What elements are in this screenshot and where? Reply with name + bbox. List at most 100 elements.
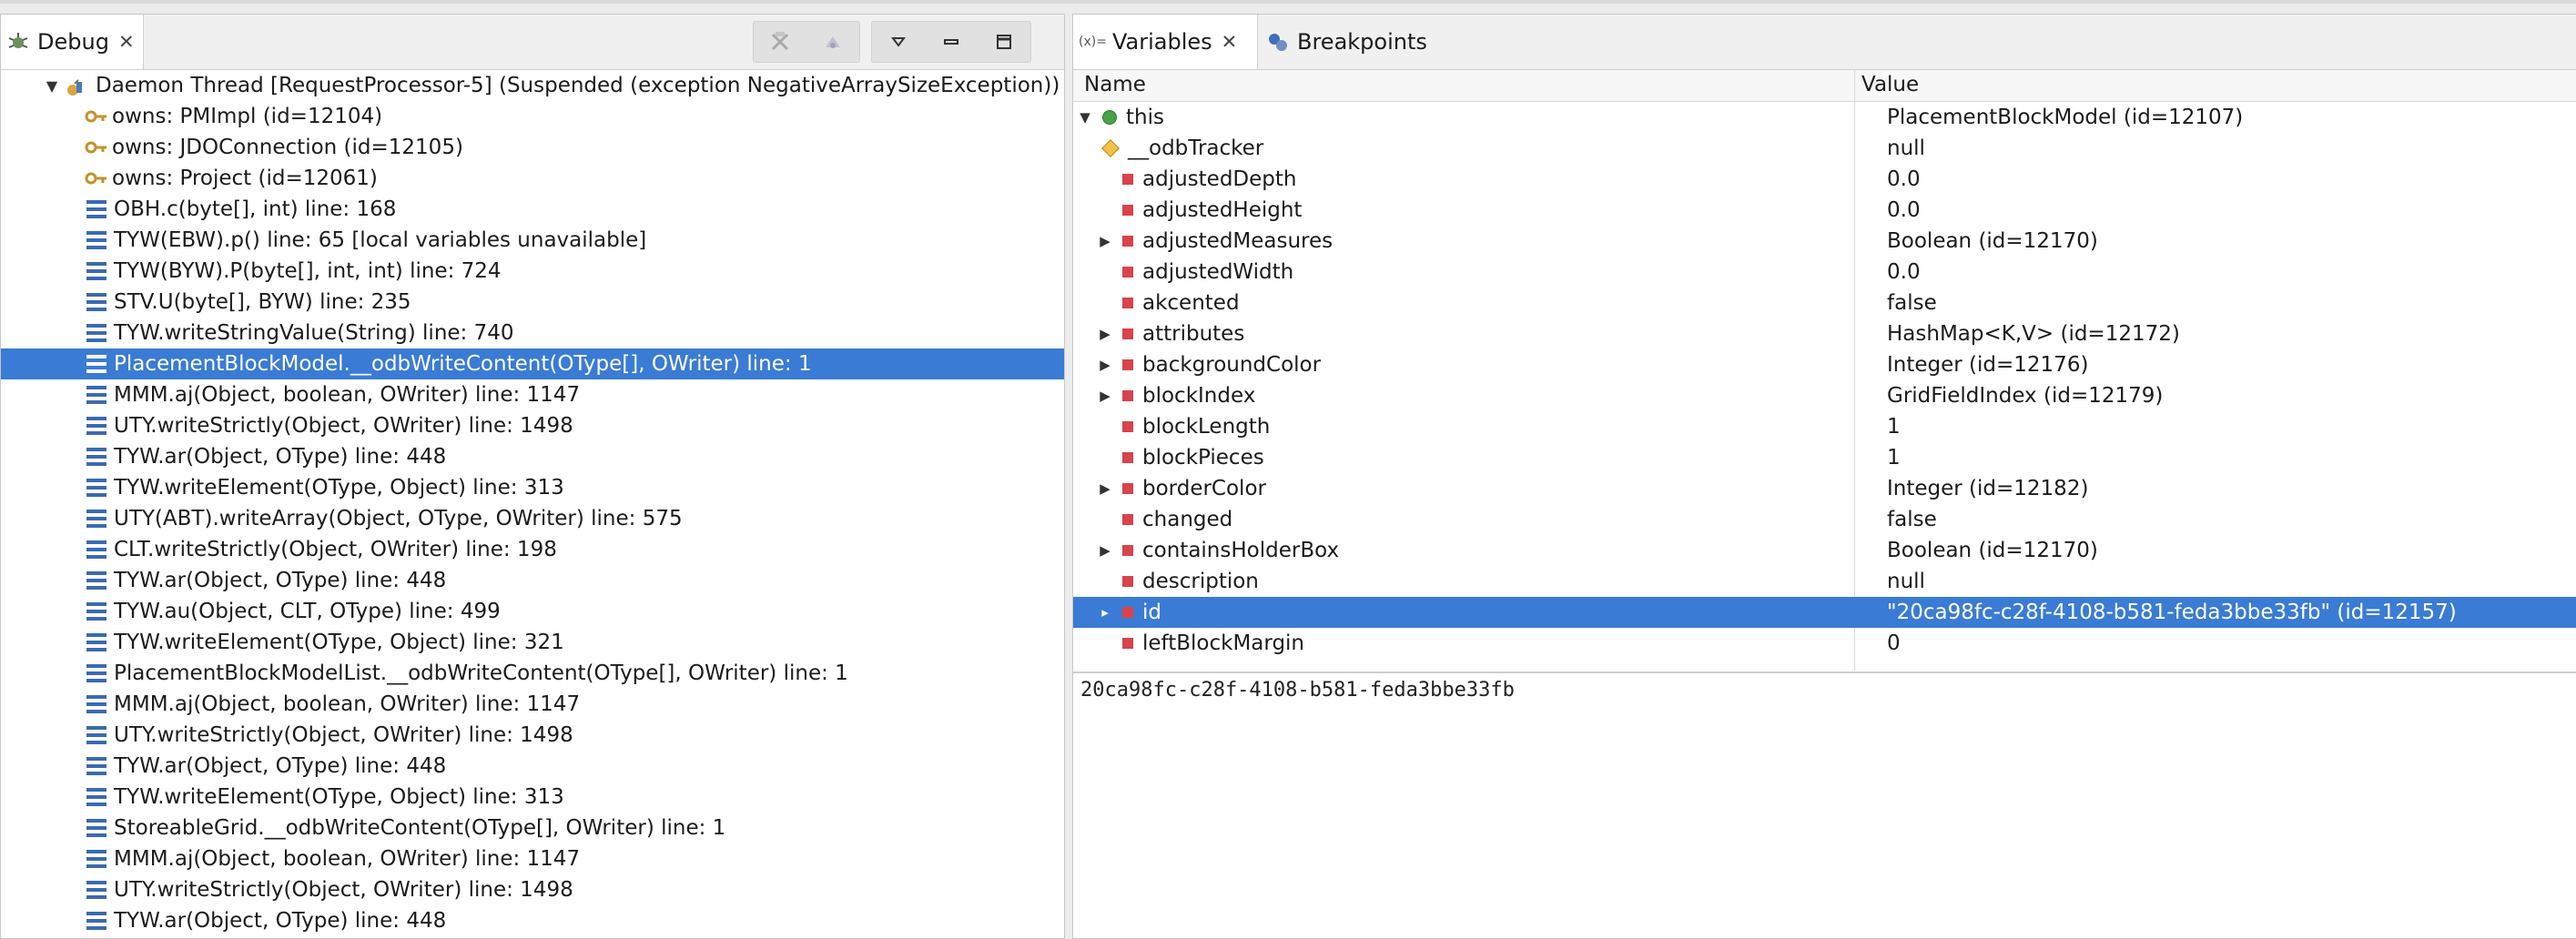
- stack-frame[interactable]: MMM.aj(Object, boolean, OWriter) line: 1…: [1, 843, 1064, 874]
- variable-detail-pane[interactable]: 20ca98fc-c28f-4108-b581-feda3bbe33fb: [1073, 671, 2576, 938]
- close-icon[interactable]: ✕: [118, 31, 135, 53]
- stack-frame[interactable]: TYW.writeElement(OType, Object) line: 32…: [1, 627, 1064, 658]
- stack-frame-selected[interactable]: PlacementBlockModel.__odbWriteContent(OT…: [1, 348, 1064, 379]
- stack-frame[interactable]: TYW.writeElement(OType, Object) line: 31…: [1, 472, 1064, 503]
- stack-frame[interactable]: STV.U(byte[], BYW) line: 235: [1, 287, 1064, 318]
- variable-row[interactable]: adjustedWidth 0.0: [1073, 257, 2576, 288]
- variable-name: adjustedHeight: [1142, 198, 1303, 222]
- stack-frame[interactable]: TYW.ar(Object, OType) line: 448: [1, 441, 1064, 472]
- stack-frame[interactable]: TYW.ar(Object, OType) line: 448: [1, 751, 1064, 782]
- private-field-icon: [1122, 174, 1133, 185]
- variable-row[interactable]: ▶ blockIndex GridFieldIndex (id=12179): [1073, 380, 2576, 411]
- tab-breakpoints[interactable]: Breakpoints: [1259, 15, 1457, 69]
- stack-frame-icon: [86, 602, 106, 621]
- private-field-icon: [1122, 390, 1133, 401]
- stack-frame[interactable]: TYW.ar(Object, OType) line: 448: [1, 565, 1064, 596]
- variable-row[interactable]: ▶ borderColor Integer (id=12182): [1073, 473, 2576, 504]
- private-field-icon: [1122, 298, 1133, 308]
- stack-frame-icon: [86, 324, 106, 342]
- collapse-arrow-icon[interactable]: ▸: [1097, 604, 1113, 621]
- variable-value: GridFieldIndex (id=12179): [1887, 384, 2164, 408]
- stack-frame[interactable]: TYW.writeStringValue(String) line: 740: [1, 318, 1064, 348]
- stack-frame[interactable]: TYW.ar(Object, OType) line: 448: [1, 905, 1064, 936]
- variable-name: id: [1142, 601, 1161, 624]
- maximize-icon[interactable]: [978, 22, 1030, 62]
- variable-row[interactable]: blockPieces 1: [1073, 442, 2576, 473]
- stack-frame[interactable]: PlacementBlockModelList.__odbWriteConten…: [1, 658, 1064, 689]
- stack-frame[interactable]: UTY.writeStrictly(Object, OWriter) line:…: [1, 874, 1064, 905]
- variable-row[interactable]: changed false: [1073, 504, 2576, 535]
- collapse-arrow-icon[interactable]: ▶: [1097, 357, 1113, 373]
- variable-row[interactable]: ▶ attributes HashMap<K,V> (id=12172): [1073, 318, 2576, 349]
- connect-icon[interactable]: [806, 22, 859, 62]
- stack-frame[interactable]: TYW(EBW).p() line: 65 [local variables u…: [1, 225, 1064, 256]
- stack-frame-label: UTY.writeStrictly(Object, OWriter) line:…: [114, 414, 573, 438]
- variable-row[interactable]: akcented false: [1073, 288, 2576, 318]
- stack-frame-icon: [86, 633, 106, 651]
- variable-row[interactable]: description null: [1073, 566, 2576, 597]
- private-field-icon: [1122, 421, 1133, 432]
- stack-frame[interactable]: UTY(ABT).writeArray(Object, OType, OWrit…: [1, 503, 1064, 534]
- stack-frame[interactable]: UTY.writeStrictly(Object, OWriter) line:…: [1, 720, 1064, 751]
- variable-row[interactable]: ▶ containsHolderBox Boolean (id=12170): [1073, 535, 2576, 566]
- stack-frame-icon: [86, 788, 106, 806]
- variable-name: leftBlockMargin: [1142, 631, 1305, 655]
- private-field-icon: [1122, 205, 1133, 216]
- stack-frame[interactable]: StoreableGrid.__odbWriteContent(OType[],…: [1, 813, 1064, 843]
- expand-arrow-icon[interactable]: ▼: [43, 76, 61, 95]
- variable-row[interactable]: ▶ adjustedMeasures Boolean (id=12170): [1073, 226, 2576, 257]
- remove-terminated-icon[interactable]: [754, 22, 806, 62]
- variable-row[interactable]: leftBlockMargin 0: [1073, 628, 2576, 659]
- stack-frame[interactable]: MMM.aj(Object, boolean, OWriter) line: 1…: [1, 689, 1064, 720]
- collapse-arrow-icon[interactable]: ▶: [1097, 233, 1113, 249]
- private-field-icon: [1122, 236, 1133, 247]
- variable-value: Boolean (id=12170): [1887, 539, 2098, 562]
- stack-frame-label: UTY.writeStrictly(Object, OWriter) line:…: [114, 723, 573, 747]
- variable-value: 0: [1887, 631, 1901, 655]
- stack-frame[interactable]: OBH.c(byte[], int) line: 168: [1, 194, 1064, 225]
- stack-frame-label: MMM.aj(Object, boolean, OWriter) line: 1…: [114, 847, 581, 871]
- stack-frame-icon: [86, 510, 106, 528]
- monitor-row[interactable]: owns: Project (id=12061): [1, 163, 1064, 194]
- column-value-header[interactable]: Value: [1861, 73, 1919, 96]
- variable-row[interactable]: adjustedHeight 0.0: [1073, 195, 2576, 226]
- stack-frame[interactable]: TYW.au(Object, CLT, OType) line: 499: [1, 596, 1064, 627]
- stack-frame[interactable]: TYW.writeElement(OType, Object) line: 31…: [1, 782, 1064, 813]
- stack-frame[interactable]: UTY.writeStrictly(Object, OWriter) line:…: [1, 410, 1064, 441]
- variable-value: 0.0: [1887, 260, 1921, 284]
- variable-row[interactable]: __odbTracker null: [1073, 133, 2576, 164]
- expand-arrow-icon[interactable]: ▼: [1077, 109, 1093, 126]
- variable-name: description: [1142, 570, 1259, 593]
- variable-row[interactable]: ▶ backgroundColor Integer (id=12176): [1073, 349, 2576, 380]
- stack-frame[interactable]: TYW(BYW).P(byte[], int, int) line: 724: [1, 256, 1064, 287]
- variable-value: Integer (id=12176): [1887, 353, 2089, 377]
- variable-row[interactable]: ▼ this PlacementBlockModel (id=12107): [1073, 102, 2576, 133]
- stack-frame-label: OBH.c(byte[], int) line: 168: [114, 197, 397, 221]
- minimize-icon[interactable]: [925, 22, 978, 62]
- monitor-key-icon: [85, 138, 108, 156]
- view-menu-icon[interactable]: [872, 22, 925, 62]
- thread-node[interactable]: ▼ Daemon Thread [RequestProcessor-5] (Su…: [1, 70, 1064, 101]
- variable-name: __odbTracker: [1128, 136, 1264, 160]
- debug-tree[interactable]: ▼ Daemon Thread [RequestProcessor-5] (Su…: [1, 70, 1064, 938]
- stack-frame[interactable]: MMM.aj(Object, boolean, OWriter) line: 1…: [1, 379, 1064, 410]
- variable-detail-text[interactable]: 20ca98fc-c28f-4108-b581-feda3bbe33fb: [1080, 679, 1515, 702]
- collapse-arrow-icon[interactable]: ▶: [1097, 388, 1113, 404]
- stack-frame[interactable]: CLT.writeStrictly(Object, OWriter) line:…: [1, 534, 1064, 565]
- collapse-arrow-icon[interactable]: ▶: [1097, 326, 1113, 342]
- monitor-row[interactable]: owns: JDOConnection (id=12105): [1, 132, 1064, 163]
- variable-row[interactable]: adjustedDepth 0.0: [1073, 164, 2576, 195]
- collapse-arrow-icon[interactable]: ▶: [1097, 480, 1113, 497]
- monitor-row[interactable]: owns: PMImpl (id=12104): [1, 101, 1064, 132]
- collapse-arrow-icon[interactable]: ▶: [1097, 542, 1113, 559]
- stack-frame-icon: [86, 726, 106, 744]
- variable-row-selected[interactable]: ▸ id "20ca98fc-c28f-4108-b581-feda3bbe33f…: [1073, 597, 2576, 628]
- close-icon[interactable]: ✕: [1222, 31, 1238, 53]
- bug-icon: [6, 30, 30, 54]
- variable-row[interactable]: blockLength 1: [1073, 411, 2576, 442]
- variables-tree[interactable]: ▼ this PlacementBlockModel (id=12107) __o…: [1073, 102, 2576, 671]
- column-name-header[interactable]: Name: [1084, 73, 1146, 96]
- stack-frame-label: TYW.writeElement(OType, Object) line: 32…: [114, 631, 564, 654]
- tab-variables[interactable]: (x)= Variables ✕: [1073, 15, 1258, 69]
- tab-debug[interactable]: Debug ✕: [1, 15, 144, 69]
